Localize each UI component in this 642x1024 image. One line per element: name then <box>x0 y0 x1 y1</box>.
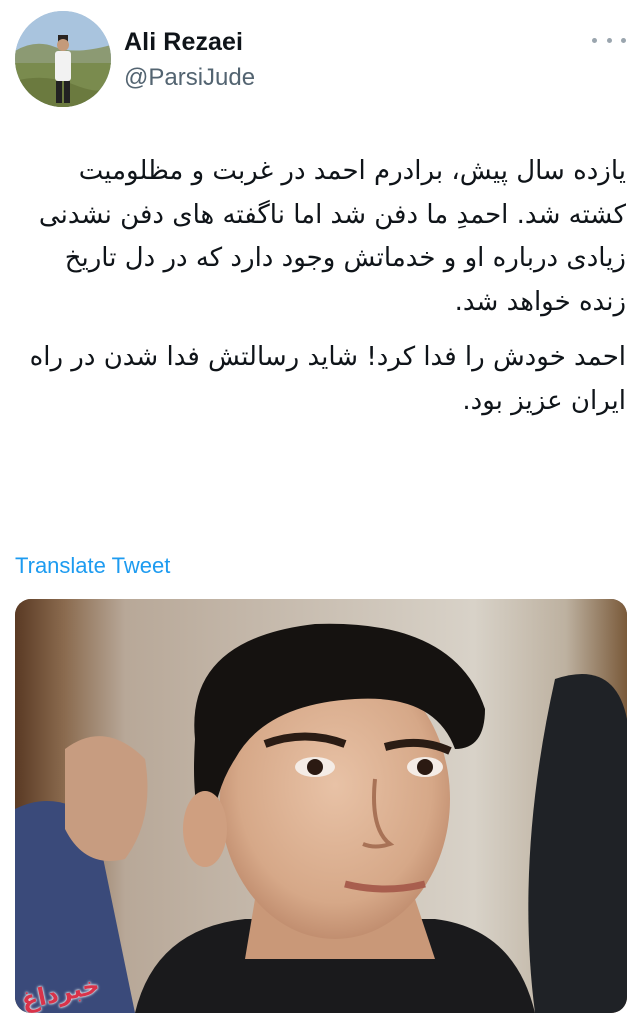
more-options-icon[interactable] <box>592 30 626 50</box>
dot <box>606 37 612 43</box>
author-avatar[interactable] <box>15 11 111 107</box>
author-handle[interactable]: @ParsiJude <box>124 64 255 92</box>
tweet-paragraph: یازده سال پیش، برادرم احمد در غربت و مظل… <box>38 156 626 317</box>
tweet-text: یازده سال پیش، برادرم احمد در غربت و مظل… <box>14 150 626 435</box>
tweet-header: Ali Rezaei @ParsiJude <box>0 0 642 120</box>
avatar-photo-icon <box>15 11 111 107</box>
dot <box>621 37 626 43</box>
translate-tweet-link[interactable]: Translate Tweet <box>15 553 170 579</box>
dot <box>592 37 597 43</box>
tweet-media-image[interactable]: خبرداغ <box>15 599 627 1013</box>
tweet-paragraph: احمد خودش را فدا کرد! شاید رسالتش فدا شد… <box>29 342 626 416</box>
portrait-photo-icon <box>15 599 627 1013</box>
author-name[interactable]: Ali Rezaei <box>124 28 243 57</box>
